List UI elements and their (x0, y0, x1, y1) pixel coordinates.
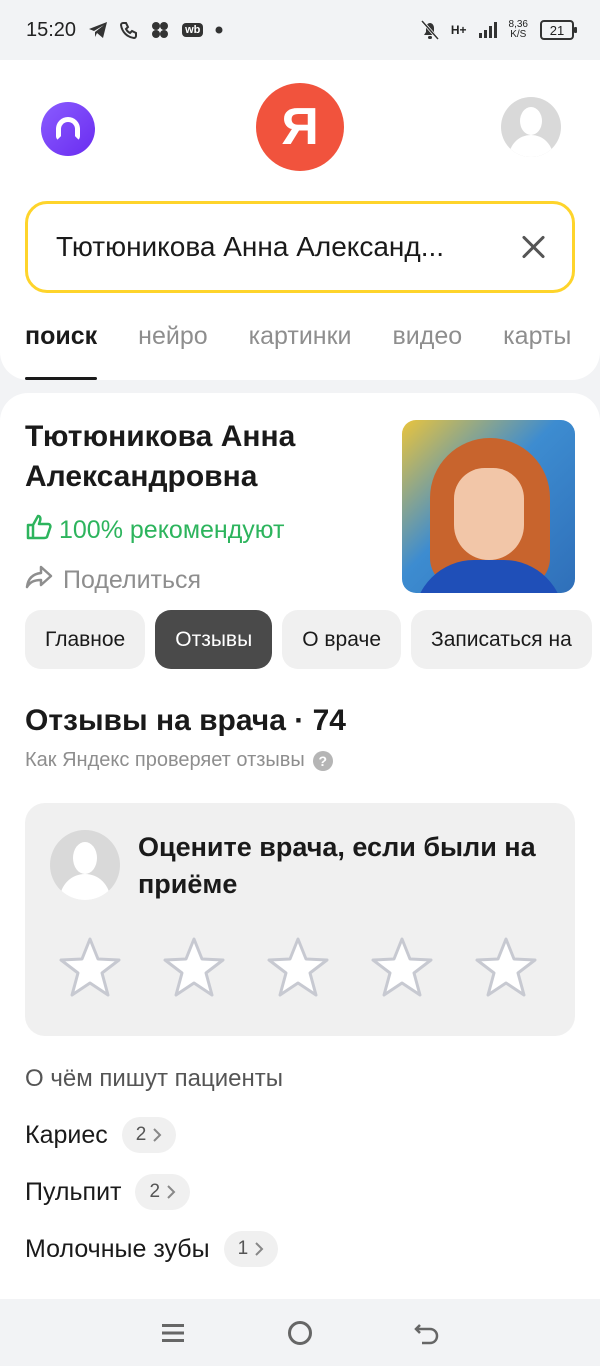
doctor-card: Тютюникова Анна Александровна 100% реком… (0, 393, 600, 1299)
topic-count[interactable]: 1 (223, 1231, 279, 1267)
mute-bell-icon (420, 20, 439, 40)
doctor-name: Тютюникова Анна Александровна (25, 420, 296, 493)
share-button[interactable]: Поделиться (25, 565, 201, 596)
status-time: 15:20 (26, 18, 77, 41)
star-rating (57, 935, 539, 1001)
battery-icon: 21 (540, 20, 577, 40)
star-icon[interactable] (473, 935, 539, 1001)
topic-item[interactable]: Кариес 2 (25, 1117, 177, 1153)
share-label: Поделиться (63, 566, 202, 594)
tab-images[interactable]: картинки (249, 316, 352, 380)
chevron-right-icon (255, 1242, 264, 1256)
recommend-text: 100% рекомендуют (59, 516, 285, 544)
topics-title: О чём пишут пациенты (25, 1065, 284, 1092)
recommend-rating: 100% рекомендуют (25, 513, 284, 548)
tab-neuro[interactable]: нейро (138, 316, 207, 380)
chip-main[interactable]: Главное (25, 610, 146, 669)
doctor-photo[interactable] (402, 420, 575, 593)
chevron-right-icon (167, 1185, 176, 1199)
star-icon[interactable] (265, 935, 331, 1001)
system-nav-bar (0, 1299, 600, 1366)
search-query[interactable]: Тютюникова Анна Александ... (56, 231, 518, 263)
phone-icon (120, 21, 138, 39)
net-speed-unit: K/S (510, 29, 527, 40)
wb-icon: wb (182, 23, 204, 37)
thumbs-up-icon (25, 513, 53, 548)
star-icon[interactable] (369, 935, 435, 1001)
yandex-logo[interactable]: Я (256, 83, 344, 171)
home-icon[interactable] (280, 1313, 320, 1353)
search-tabs: поиск нейро картинки видео карты (25, 316, 600, 380)
search-input[interactable]: Тютюникова Анна Александ... (25, 201, 575, 293)
apps-icon (150, 21, 170, 39)
back-icon[interactable] (407, 1313, 447, 1353)
status-bar: 15:20 wb H+ 8,36 K/S 21 (0, 0, 600, 60)
rate-prompt: Оцените врача, если были на приёме (138, 832, 536, 899)
user-avatar[interactable] (501, 97, 561, 157)
topic-label: Молочные зубы (25, 1234, 210, 1263)
chevron-right-icon (153, 1128, 162, 1142)
tab-video[interactable]: видео (393, 316, 463, 380)
reviews-subtitle: Как Яндекс проверяет отзывы (25, 749, 305, 771)
help-icon[interactable]: ? (312, 750, 333, 771)
star-icon[interactable] (161, 935, 227, 1001)
header-card: Я Тютюникова Анна Александ... поиск нейр… (0, 60, 600, 380)
avatar (50, 830, 120, 900)
share-icon (25, 565, 53, 596)
section-chips: Главное Отзывы О враче Записаться на (25, 610, 592, 669)
alice-icon[interactable] (41, 102, 95, 156)
dot-icon (215, 26, 223, 34)
reviews-check-link[interactable]: Как Яндекс проверяет отзывы ? (25, 749, 333, 772)
tab-search[interactable]: поиск (25, 316, 98, 380)
star-icon[interactable] (57, 935, 123, 1001)
topic-item[interactable]: Пульпит 2 (25, 1174, 191, 1210)
topic-count[interactable]: 2 (135, 1174, 191, 1210)
topic-count[interactable]: 2 (121, 1117, 177, 1153)
net-speed: 8,36 K/S (509, 20, 528, 40)
topic-label: Кариес (25, 1120, 108, 1149)
signal-icon (478, 22, 497, 38)
tab-maps[interactable]: карты (503, 316, 571, 380)
topic-item[interactable]: Молочные зубы 1 (25, 1231, 279, 1267)
close-icon[interactable] (518, 232, 548, 262)
topic-count-value: 2 (135, 1124, 147, 1145)
menu-icon[interactable] (153, 1313, 193, 1353)
topic-count-value: 2 (149, 1181, 161, 1202)
telegram-icon (88, 21, 108, 39)
chip-appointment[interactable]: Записаться на (411, 610, 592, 669)
chip-reviews[interactable]: Отзывы (155, 610, 273, 669)
rate-doctor-box: Оцените врача, если были на приёме (25, 803, 575, 1036)
topic-count-value: 1 (237, 1238, 249, 1259)
chip-about[interactable]: О враче (282, 610, 402, 669)
topic-label: Пульпит (25, 1177, 122, 1206)
network-type: H+ (450, 23, 467, 37)
reviews-title: Отзывы на врача · 74 (25, 704, 346, 737)
